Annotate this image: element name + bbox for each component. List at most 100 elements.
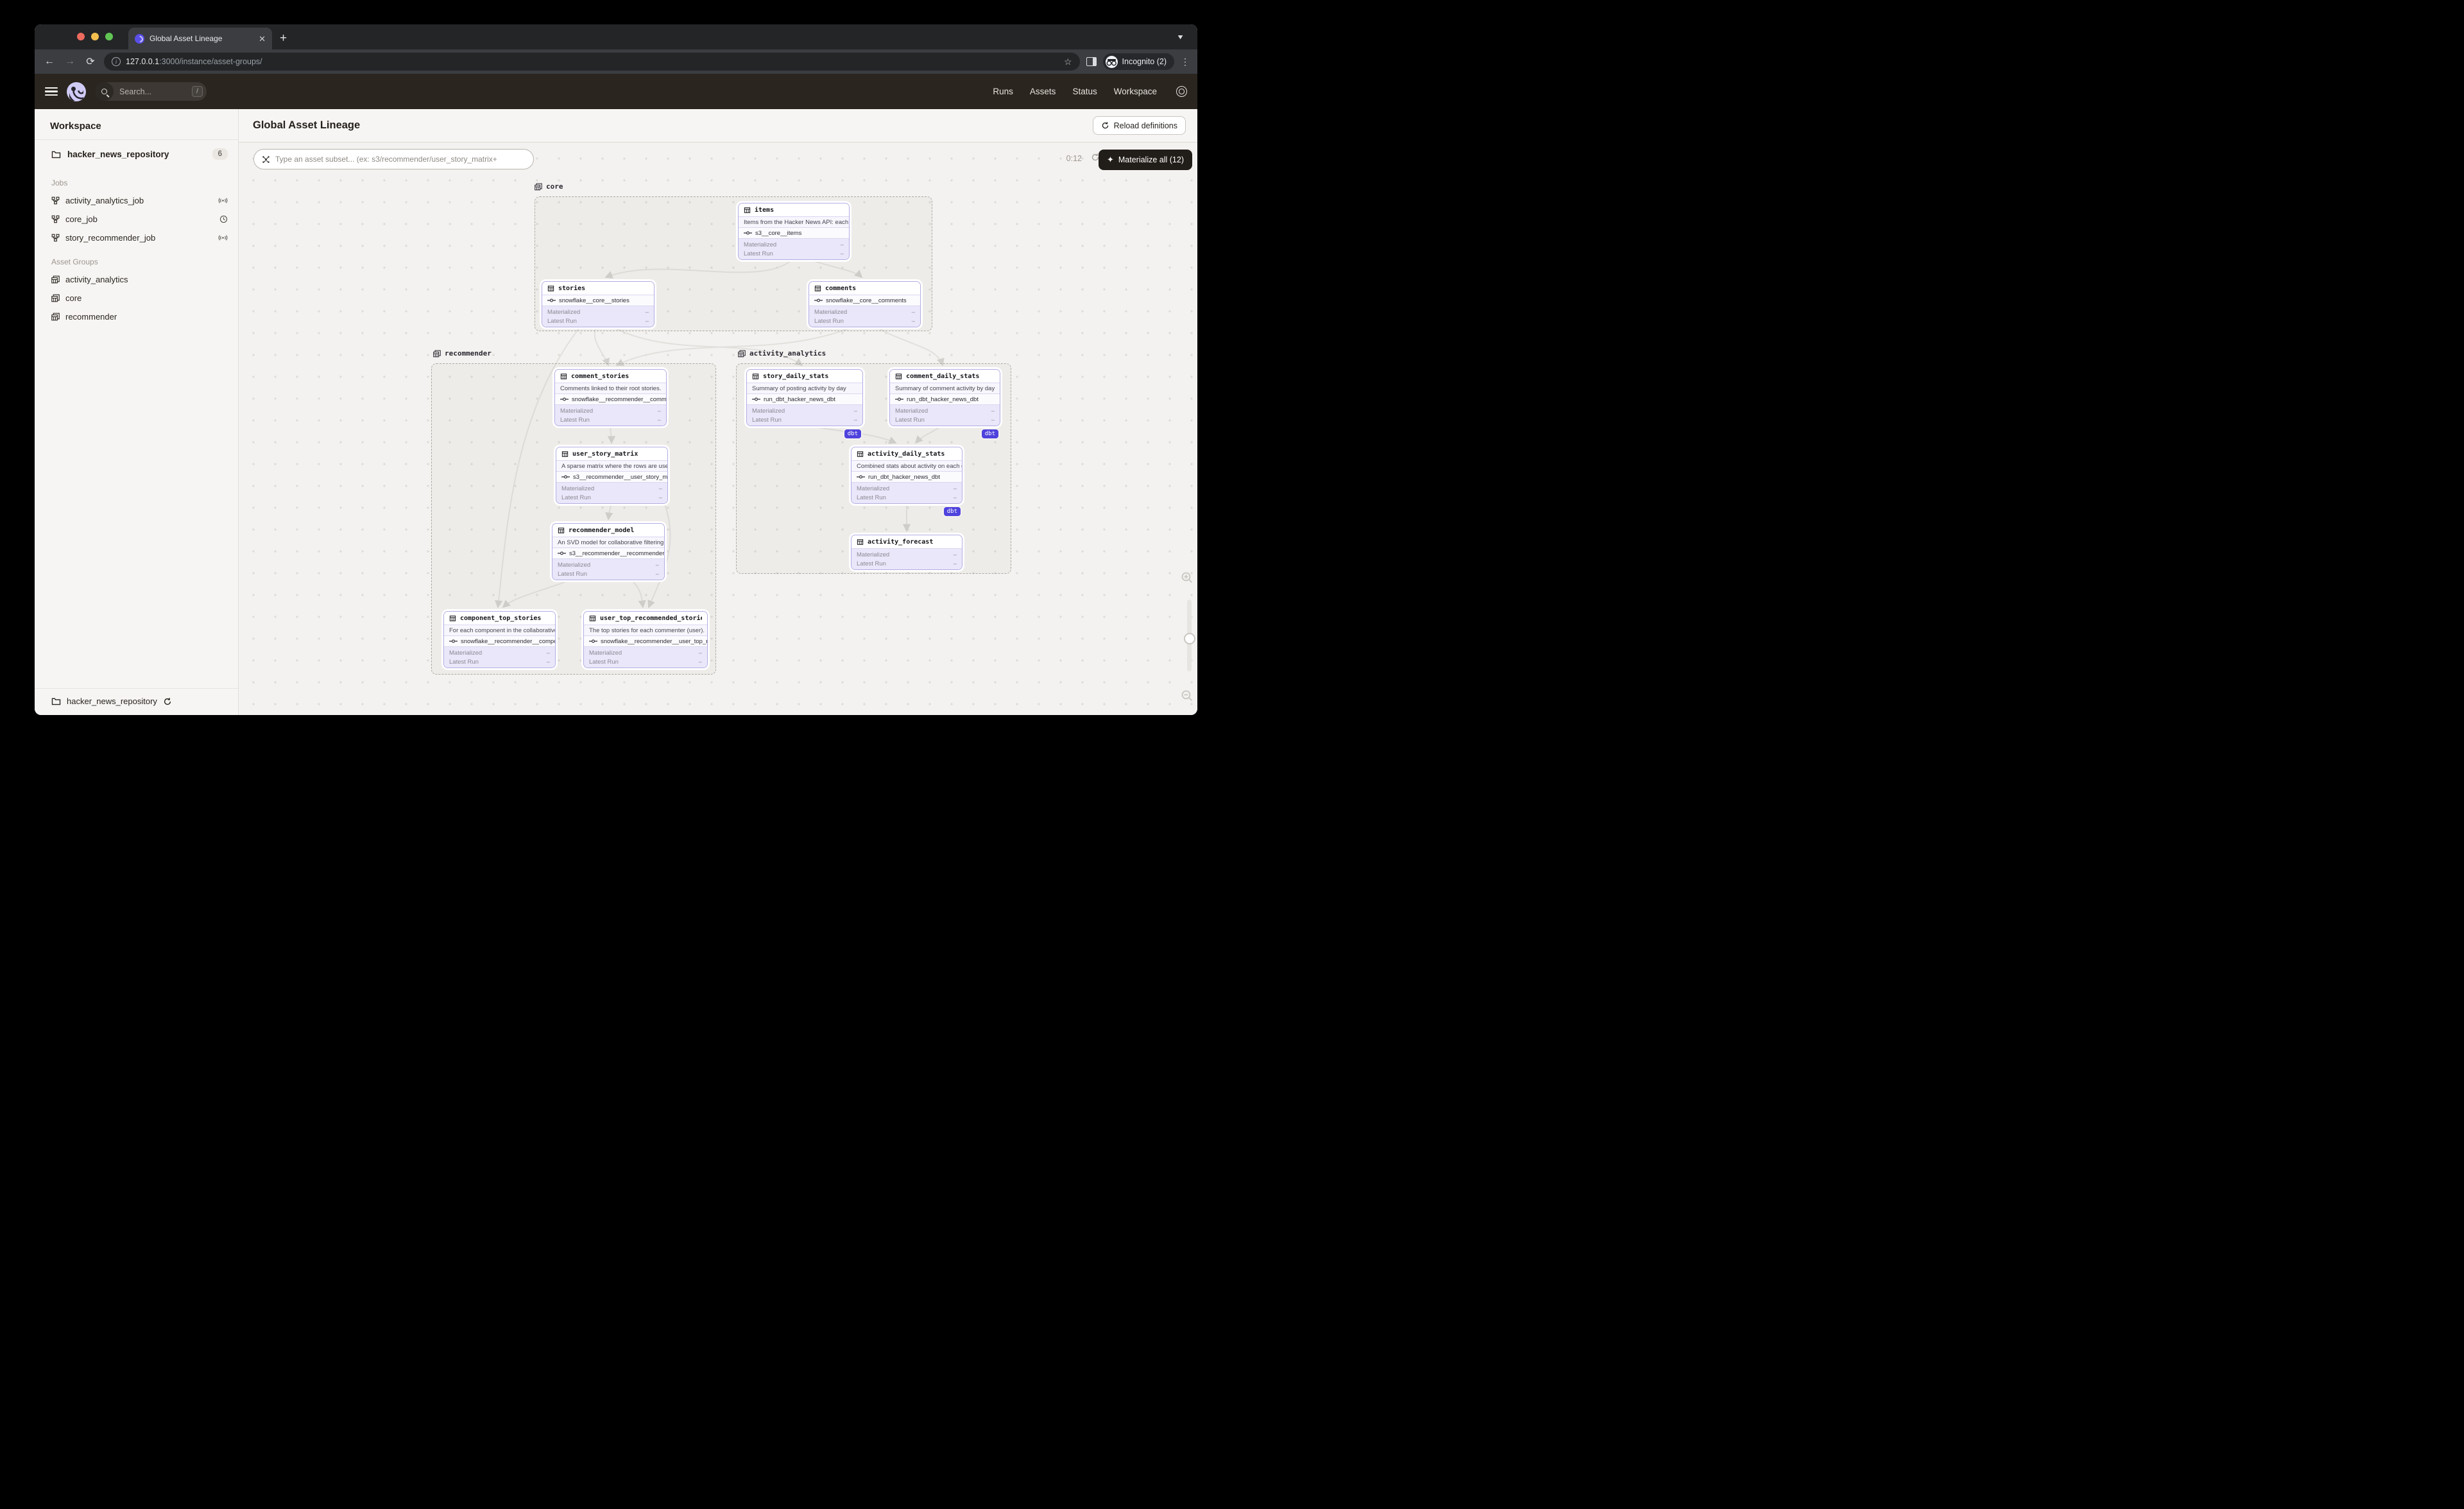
asset-group-name: activity_analytics: [65, 275, 128, 284]
browser-menu-icon[interactable]: ⋮: [1181, 56, 1190, 67]
close-window-button[interactable]: [77, 33, 85, 40]
global-search-input[interactable]: Search... /: [95, 82, 207, 101]
asset-node-activity_daily_stats[interactable]: activity_daily_stats Combined stats about…: [851, 447, 963, 516]
sidebar-item-job-core_job[interactable]: core_job: [35, 210, 238, 229]
page-header: Global Asset Lineage Reload definitions: [239, 109, 1197, 142]
op-key-text: snowflake__recommender__componen...: [461, 637, 555, 645]
asset-group-label-core: core: [535, 182, 563, 191]
asset-node-recommender_model[interactable]: recommender_model An SVD model for collab…: [552, 523, 665, 580]
op-key-text: run_dbt_hacker_news_dbt: [868, 473, 940, 481]
dagster-logo-icon[interactable]: [67, 82, 86, 101]
footer-repo-name: hacker_news_repository: [67, 696, 157, 706]
asset-node-header: user_top_recommended_stories: [584, 612, 707, 625]
sidebar-item-asset-group-activity_analytics[interactable]: activity_analytics: [35, 270, 238, 289]
asset-stats: Materialized – Latest Run –: [851, 548, 962, 569]
asset-op-key: snowflake__core__stories: [542, 295, 654, 306]
asset-node-items[interactable]: items Items from the Hacker News API: eac…: [738, 203, 850, 260]
lineage-edge-stories-to-story_daily_stats: [610, 325, 803, 366]
asset-stats: Materialized – Latest Run –: [747, 404, 862, 426]
latest-run-row: Latest Run –: [561, 494, 662, 501]
nav-status[interactable]: Status: [1072, 87, 1097, 96]
materialize-all-button[interactable]: ✦ Materialize all (12): [1098, 150, 1192, 170]
forward-button[interactable]: →: [63, 56, 77, 67]
latest-run-row: Latest Run –: [547, 317, 649, 325]
asset-node-comments[interactable]: comments snowflake__core__comments Materia…: [809, 281, 921, 327]
asset-op-key: run_dbt_hacker_news_dbt: [851, 471, 962, 482]
latest-run-row: Latest Run –: [560, 416, 661, 424]
zoom-in-icon[interactable]: [1181, 571, 1194, 587]
asset-node-activity_forecast[interactable]: activity_forecast Materialized – Latest Run…: [851, 535, 963, 570]
zoom-slider-handle[interactable]: [1184, 633, 1195, 644]
sidebar-item-job-activity_analytics_job[interactable]: activity_analytics_job: [35, 191, 238, 210]
reload-page-button[interactable]: ⟳: [83, 55, 98, 68]
menu-hamburger-icon[interactable]: [45, 87, 58, 96]
lineage-canvas[interactable]: core items Items from the Hacker News API:…: [239, 142, 1197, 715]
reload-definitions-button[interactable]: Reload definitions: [1092, 116, 1186, 135]
sparkles-icon: ✦: [1106, 155, 1114, 164]
op-key-text: snowflake__core__comments: [826, 297, 907, 304]
asset-name: component_top_stories: [460, 614, 542, 622]
op-key-icon: [744, 230, 752, 236]
asset-node-component_top_stories[interactable]: component_top_stories For each component …: [443, 611, 556, 668]
materialized-row: Materialized –: [814, 308, 915, 316]
op-key-icon: [589, 639, 597, 644]
browser-tabstrip: Global Asset Lineage ✕ + ▼: [35, 24, 1197, 49]
asset-node-story_daily_stats[interactable]: story_daily_stats Summary of posting acti…: [746, 369, 863, 438]
new-tab-button[interactable]: +: [280, 31, 287, 46]
sidebar-item-job-story_recommender_job[interactable]: story_recommender_job: [35, 229, 238, 247]
asset-node-user_story_matrix[interactable]: user_story_matrix A sparse matrix where t…: [556, 447, 668, 504]
table-icon: [744, 207, 751, 214]
dbt-badge[interactable]: dbt: [981, 429, 998, 438]
zoom-out-icon[interactable]: [1181, 689, 1194, 705]
sidebar-item-asset-group-recommender[interactable]: recommender: [35, 307, 238, 326]
tab-close-icon[interactable]: ✕: [259, 35, 266, 43]
op-key-text: s3__recommender__user_story_matrix: [573, 473, 667, 481]
op-key-text: run_dbt_hacker_news_dbt: [764, 395, 835, 403]
dbt-badge[interactable]: dbt: [943, 507, 961, 516]
jobs-list: activity_analytics_job core_job story_reco…: [35, 191, 238, 247]
op-key-text: run_dbt_hacker_news_dbt: [907, 395, 979, 403]
bookmark-star-icon[interactable]: ☆: [1064, 56, 1072, 67]
site-info-icon[interactable]: i: [112, 57, 121, 66]
address-bar[interactable]: i 127.0.0.1:3000/instance/asset-groups/ …: [104, 53, 1080, 71]
asset-node-user_top_recommended_stories[interactable]: user_top_recommended_stories The top stor…: [583, 611, 708, 668]
asset-node-header: component_top_stories: [444, 612, 555, 625]
materialized-value: –: [853, 407, 857, 415]
op-key-text: snowflake__recommender__comment_...: [572, 395, 666, 403]
sidebar-repo-row[interactable]: hacker_news_repository 6: [35, 140, 238, 168]
settings-gear-icon[interactable]: [1176, 86, 1187, 97]
app-body: Workspace hacker_news_repository 6 Jobs …: [35, 109, 1197, 715]
side-panel-icon[interactable]: [1086, 57, 1097, 66]
asset-node-stories[interactable]: stories snowflake__core__stories Materiali…: [542, 281, 654, 327]
asset-stats: Materialized – Latest Run –: [851, 482, 962, 503]
asset-stats: Materialized – Latest Run –: [890, 404, 1000, 426]
asset-description: The top stories for each commenter (user…: [584, 625, 707, 635]
asset-op-key: snowflake__recommender__user_top_reco...: [584, 635, 707, 646]
reload-repo-icon[interactable]: [163, 697, 172, 706]
browser-tab[interactable]: Global Asset Lineage ✕: [128, 28, 272, 49]
repo-count-badge: 6: [212, 148, 228, 160]
asset-stats: Materialized – Latest Run –: [552, 558, 664, 580]
asset-description: Summary of comment activity by day: [890, 383, 1000, 393]
asset-group-name: core: [65, 293, 82, 303]
asset-node-comment_stories[interactable]: comment_stories Comments linked to their …: [554, 369, 667, 426]
minimize-window-button[interactable]: [91, 33, 99, 40]
lineage-edge-comments-to-comment_daily_stats: [873, 325, 945, 366]
nav-assets[interactable]: Assets: [1030, 87, 1056, 96]
maximize-window-button[interactable]: [105, 33, 113, 40]
op-key-text: s3__core__items: [755, 229, 802, 237]
url-host: 127.0.0.1: [126, 57, 160, 66]
nav-runs[interactable]: Runs: [993, 87, 1013, 96]
latest-run-value: –: [953, 560, 957, 567]
asset-subset-input[interactable]: Type an asset subset... (ex: s3/recommen…: [253, 149, 534, 169]
sidebar-item-asset-group-core[interactable]: core: [35, 289, 238, 307]
nav-workspace[interactable]: Workspace: [1114, 87, 1157, 96]
back-button[interactable]: ←: [42, 56, 56, 67]
latest-run-row: Latest Run –: [895, 416, 995, 424]
search-icon: [95, 82, 114, 101]
dbt-badge[interactable]: dbt: [844, 429, 861, 438]
latest-run-row: Latest Run –: [449, 658, 550, 666]
asset-node-comment_daily_stats[interactable]: comment_daily_stats Summary of comment ac…: [889, 369, 1000, 438]
search-placeholder: Search...: [119, 87, 152, 96]
tab-search-chevron-icon[interactable]: ▼: [1176, 33, 1185, 41]
